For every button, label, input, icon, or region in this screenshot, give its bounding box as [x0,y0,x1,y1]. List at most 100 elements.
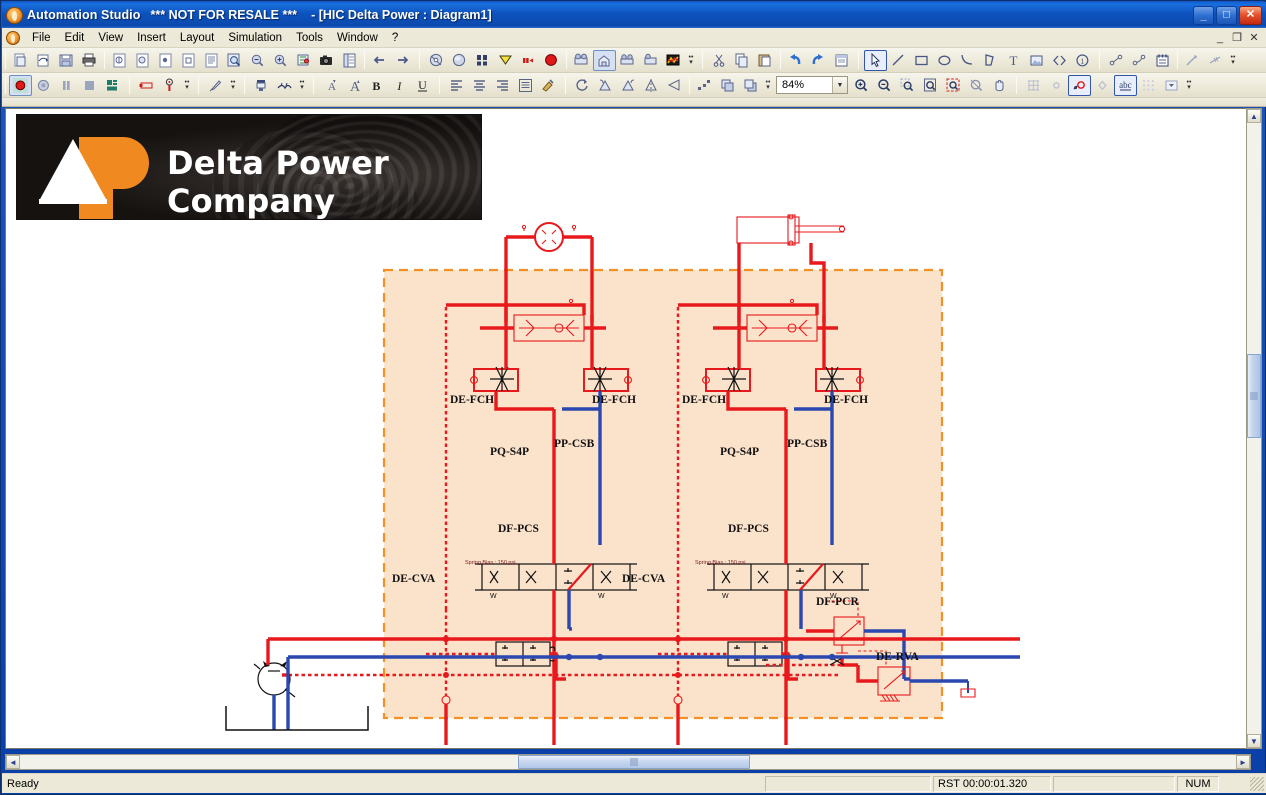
horizontal-scrollbar[interactable]: ◄ ► [5,754,1251,770]
fill-color-icon[interactable] [250,75,273,96]
connection-manager-icon[interactable] [1151,50,1174,71]
measure-dropdown-icon[interactable]: •• ▾ [181,75,193,95]
paste-icon[interactable] [754,50,777,71]
justify-icon[interactable] [514,75,537,96]
bring-front-icon[interactable] [716,75,739,96]
show-ports-icon[interactable] [1068,74,1091,96]
plot-icon[interactable] [662,50,685,71]
save-icon[interactable] [55,50,78,71]
select-pointer-icon[interactable] [864,49,887,71]
align-center-icon[interactable] [468,75,491,96]
diagram-canvas[interactable]: Delta Power Company .R{stroke:#e8191c;fi… [6,109,1250,748]
vertical-scrollbar[interactable]: ▲ ▼ [1246,108,1262,749]
menu-edit[interactable]: Edit [58,30,92,46]
scroll-right-button[interactable]: ► [1236,755,1250,769]
flip-vertical-icon[interactable] [640,75,663,96]
fill-dropdown-icon[interactable]: •• ▾ [296,75,308,95]
display-options-icon[interactable] [1160,75,1183,96]
pen-dropdown-icon[interactable]: •• ▾ [227,75,239,95]
zoom-window-icon[interactable] [896,75,919,96]
properties-icon[interactable] [830,50,853,71]
zoom-previous-icon[interactable] [965,75,988,96]
align-objects-icon[interactable] [693,75,716,96]
zoom-out-icon[interactable] [873,75,896,96]
chevron-down-icon[interactable]: ▼ [832,77,847,93]
new-pneumatic-page-icon[interactable] [131,50,154,71]
pause-simulation-icon[interactable] [517,50,540,71]
menu-layout[interactable]: Layout [173,30,222,46]
measure-bar-icon[interactable] [135,75,158,96]
flip-horizontal-icon[interactable] [663,75,686,96]
cut-link-icon[interactable] [1204,50,1227,71]
scroll-left-button[interactable]: ◄ [6,755,20,769]
new-electric-page-icon[interactable] [154,50,177,71]
draw-line-icon[interactable] [887,50,910,71]
close-button[interactable]: ✕ [1239,5,1262,25]
undo-icon[interactable] [784,50,807,71]
library-icon[interactable] [338,50,361,71]
measure-icon[interactable] [616,50,639,71]
menu-view[interactable]: View [91,30,130,46]
pipe-tool-icon[interactable] [1181,50,1204,71]
new-plc-page-icon[interactable] [177,50,200,71]
print-preview-icon[interactable] [223,50,246,71]
menu-file[interactable]: File [25,30,58,46]
normal-simulation-icon[interactable] [425,50,448,71]
pen-tool-icon[interactable] [204,75,227,96]
zoom-out-page-icon[interactable] [246,50,269,71]
show-nodes-icon[interactable] [1091,75,1114,96]
show-labels-icon[interactable]: abc [1114,74,1137,96]
step-icon[interactable] [101,75,124,96]
print-icon[interactable] [78,50,101,71]
send-back-icon[interactable] [739,75,762,96]
minimize-button[interactable]: _ [1193,5,1214,25]
insert-image-icon[interactable] [1025,50,1048,71]
zoom-in-icon[interactable] [850,75,873,96]
toolbar-overflow-4[interactable]: •• ▾ [1183,75,1195,95]
record-icon[interactable] [9,74,32,96]
toolbar-overflow-1[interactable]: •• ▾ [685,50,697,70]
rotate-icon[interactable] [571,75,594,96]
mdi-minimize-button[interactable]: _ [1212,31,1228,45]
italic-icon[interactable]: I [388,75,411,96]
vertical-scroll-thumb[interactable] [1247,354,1261,438]
pause-icon[interactable] [55,75,78,96]
draw-jumper-icon[interactable] [1128,50,1151,71]
effects-icon[interactable] [273,75,296,96]
toolbar-overflow-2[interactable]: •• ▾ [1227,50,1239,70]
bold-icon[interactable]: B [365,75,388,96]
stop-record-icon[interactable] [32,75,55,96]
rotate-left-icon[interactable] [594,75,617,96]
new-report-page-icon[interactable] [200,50,223,71]
redo-icon[interactable] [807,50,830,71]
format-painter-icon[interactable] [537,75,560,96]
page-properties-icon[interactable] [292,50,315,71]
zoom-page-icon[interactable] [919,75,942,96]
insert-text-icon[interactable]: T [1002,50,1025,71]
diagram-canvas-container[interactable]: Delta Power Company .R{stroke:#e8191c;fi… [5,108,1251,749]
draw-polygon-icon[interactable] [979,50,1002,71]
copy-icon[interactable] [731,50,754,71]
menu-window[interactable]: Window [330,30,385,46]
next-page-icon[interactable] [391,50,414,71]
menu-insert[interactable]: Insert [130,30,173,46]
component-properties-icon[interactable] [570,50,593,71]
draw-link-icon[interactable] [1105,50,1128,71]
snap-point-icon[interactable] [1045,75,1068,96]
stop-simulation-icon[interactable] [494,50,517,71]
draw-rectangle-icon[interactable] [910,50,933,71]
show-dots-icon[interactable] [1137,75,1160,96]
decrease-font-icon[interactable]: A [319,75,342,96]
draw-ellipse-icon[interactable] [933,50,956,71]
new-hydraulic-page-icon[interactable] [108,50,131,71]
zoom-in-page-icon[interactable] [269,50,292,71]
show-grid-icon[interactable] [1022,75,1045,96]
step-by-step-icon[interactable] [471,50,494,71]
cut-icon[interactable] [708,50,731,71]
zoom-level-combobox[interactable]: 84% ▼ [776,76,848,94]
toolbar-overflow-3[interactable]: •• ▾ [762,75,774,95]
maximize-button[interactable]: □ [1216,5,1237,25]
underline-icon[interactable]: U [411,75,434,96]
insert-bubble-icon[interactable]: 1 [1071,50,1094,71]
draw-arc-icon[interactable] [956,50,979,71]
